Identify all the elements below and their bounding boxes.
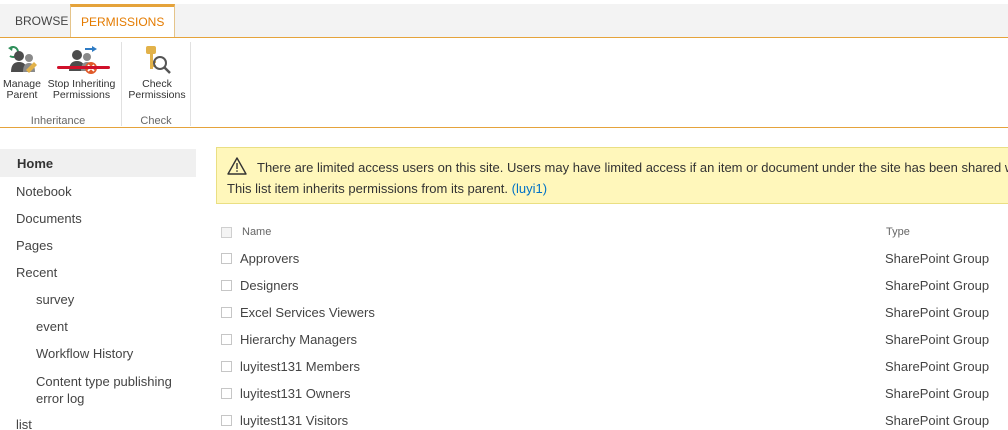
manage-parent-button[interactable]: Manage Parent	[2, 44, 42, 101]
check-permissions-button[interactable]: Check Permissions	[127, 44, 187, 101]
group-type: SharePoint Group	[885, 359, 990, 374]
tab-browse[interactable]: BROWSE	[5, 4, 78, 38]
row-checkbox[interactable]	[221, 388, 232, 399]
group-name-hierarchy-managers[interactable]: Hierarchy Managers	[240, 332, 357, 347]
ribbon-panel: Manage Parent Stop Inheriting Permission…	[0, 38, 1008, 128]
stop-inheriting-icon	[68, 46, 97, 74]
check-permissions-label: Check Permissions	[128, 78, 186, 101]
group-separator	[190, 42, 191, 126]
row-checkbox[interactable]	[221, 280, 232, 291]
inheritance-text: This list item inherits permissions from…	[227, 181, 512, 196]
group-type: SharePoint Group	[885, 278, 990, 293]
nav-subitem-event[interactable]: event	[36, 319, 68, 334]
column-header-type[interactable]: Type	[886, 226, 910, 238]
group-name-designers[interactable]: Designers	[240, 278, 299, 293]
group-name-excel-services-viewers[interactable]: Excel Services Viewers	[240, 305, 375, 320]
inheritance-message: This list item inherits permissions from…	[227, 181, 547, 196]
nav-item-pages[interactable]: Pages	[16, 238, 53, 253]
group-name-members[interactable]: luyitest131 Members	[240, 359, 360, 374]
nav-item-list[interactable]: list	[16, 417, 32, 430]
group-name-visitors[interactable]: luyitest131 Visitors	[240, 413, 348, 428]
nav-item-recent[interactable]: Recent	[16, 265, 57, 280]
nav-subitem-survey[interactable]: survey	[36, 292, 74, 307]
row-checkbox[interactable]	[221, 307, 232, 318]
group-label-inheritance: Inheritance	[30, 115, 86, 127]
row-checkbox[interactable]	[221, 361, 232, 372]
key-magnifier-icon	[146, 46, 171, 74]
group-type: SharePoint Group	[885, 332, 990, 347]
nav-item-home[interactable]: Home	[17, 156, 53, 171]
tab-permissions[interactable]: PERMISSIONS	[70, 4, 176, 38]
limited-access-warning-banner: There are limited access users on this s…	[216, 147, 1008, 204]
column-header-name[interactable]: Name	[242, 226, 271, 238]
ribbon-bottom-border	[0, 127, 1008, 128]
nav-item-documents[interactable]: Documents	[16, 211, 82, 226]
parent-link[interactable]: (luyi1)	[512, 181, 547, 196]
nav-item-notebook[interactable]: Notebook	[16, 184, 72, 199]
group-type: SharePoint Group	[885, 386, 990, 401]
group-type: SharePoint Group	[885, 413, 990, 428]
stop-inheriting-label: Stop Inheriting Permissions	[47, 78, 116, 101]
group-name-approvers[interactable]: Approvers	[240, 251, 299, 266]
manage-parent-icon	[8, 46, 37, 73]
limited-access-message: There are limited access users on this s…	[257, 160, 1008, 175]
group-type: SharePoint Group	[885, 251, 990, 266]
group-label-check: Check	[140, 115, 172, 127]
ribbon-tab-bar: BROWSE PERMISSIONS	[0, 4, 1008, 38]
highlight-underline	[57, 66, 110, 69]
group-type: SharePoint Group	[885, 305, 990, 320]
warning-icon	[227, 157, 247, 175]
nav-subitem-workflow-history[interactable]: Workflow History	[36, 346, 133, 361]
row-checkbox[interactable]	[221, 253, 232, 264]
manage-parent-label: Manage Parent	[3, 78, 41, 101]
group-separator	[121, 42, 122, 126]
stop-inheriting-permissions-button[interactable]: Stop Inheriting Permissions	[45, 44, 118, 101]
row-checkbox[interactable]	[221, 334, 232, 345]
nav-subitem-content-type-error-log[interactable]: Content type publishing error log	[36, 373, 172, 407]
group-name-owners[interactable]: luyitest131 Owners	[240, 386, 351, 401]
select-all-checkbox[interactable]	[221, 227, 232, 238]
row-checkbox[interactable]	[221, 415, 232, 426]
